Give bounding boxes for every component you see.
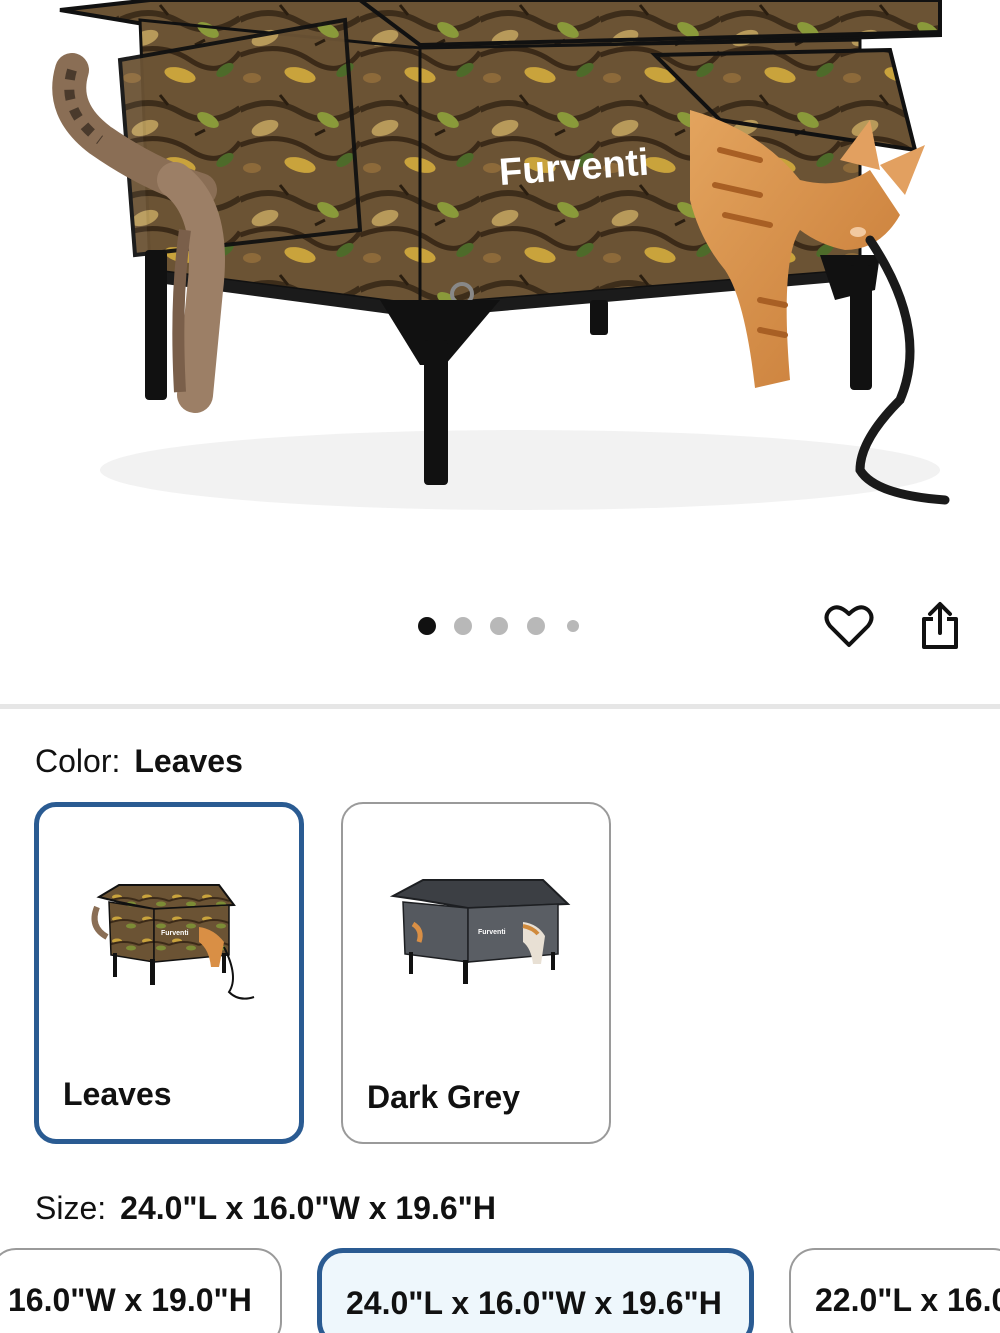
size-option-2[interactable]: 24.0"L x 16.0"W x 19.6"H [317, 1248, 754, 1333]
color-selector-label: Color: Leaves [35, 743, 243, 780]
share-button[interactable] [912, 598, 968, 654]
color-option-leaves[interactable]: Furventi Leaves [34, 802, 304, 1144]
carousel-dot-4[interactable] [527, 617, 545, 635]
size-selector-label: Size: 24.0"L x 16.0"W x 19.6"H [35, 1190, 496, 1227]
carousel-dot-1[interactable] [418, 617, 436, 635]
product-main-image[interactable]: Furventi [0, 0, 1000, 560]
carousel-dot-5[interactable] [567, 620, 579, 632]
section-divider [0, 704, 1000, 709]
svg-text:Furventi: Furventi [478, 929, 506, 936]
leaves-cat-house-thumbnail: Furventi [91, 884, 255, 1000]
size-option-text: 16.0"W x 19.0"H [8, 1282, 252, 1318]
camo-cat-house-illustration: Furventi [52, 0, 950, 510]
share-icon [922, 602, 958, 649]
dark-grey-cat-house-thumbnail: Furventi [389, 879, 571, 984]
selected-size-value: 24.0"L x 16.0"W x 19.6"H [120, 1190, 496, 1226]
size-label-text: Size: [35, 1190, 107, 1226]
size-option-text: 24.0"L x 16.0"W x 19.6"H [346, 1285, 722, 1321]
color-label-text: Color: [35, 743, 121, 779]
color-option-name: Dark Grey [367, 1079, 520, 1115]
size-option-1[interactable]: 16.0"W x 19.0"H [0, 1248, 282, 1333]
favorite-button[interactable] [821, 598, 877, 654]
color-option-dark-grey[interactable]: Furventi Dark Grey [341, 802, 611, 1144]
selected-color-value: Leaves [134, 743, 243, 779]
size-option-3[interactable]: 22.0"L x 16.0 [789, 1248, 1000, 1333]
color-option-name: Leaves [63, 1076, 172, 1112]
carousel-dot-2[interactable] [454, 617, 472, 635]
carousel-dot-3[interactable] [490, 617, 508, 635]
svg-text:Furventi: Furventi [161, 930, 189, 937]
size-option-text: 22.0"L x 16.0 [815, 1282, 1000, 1318]
heart-outline-icon [824, 605, 874, 647]
